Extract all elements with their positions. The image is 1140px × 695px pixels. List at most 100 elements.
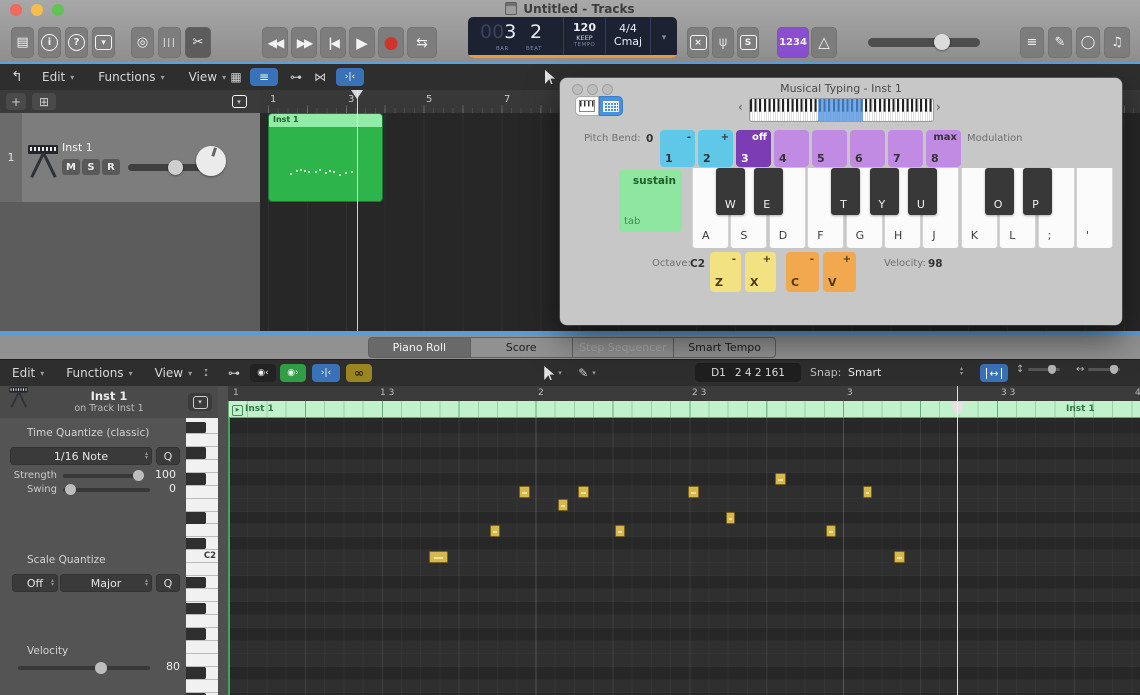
autopunch-button[interactable]: × <box>687 27 709 58</box>
region-header-strip[interactable]: ▶ Inst 1 Inst 1 <box>228 401 1140 418</box>
piano-key-black-row[interactable] <box>186 576 218 589</box>
midi-note[interactable] <box>578 486 589 498</box>
piano-key-white-row[interactable] <box>186 615 218 628</box>
piano-key-black-row[interactable] <box>186 628 218 641</box>
octave-left-chevron[interactable]: ‹ <box>738 100 743 114</box>
piano-key-white-row[interactable] <box>186 460 218 473</box>
midi-note[interactable] <box>519 486 530 498</box>
octave-key-v[interactable]: V+ <box>823 252 856 292</box>
black-key-w[interactable]: W <box>716 168 745 215</box>
midi-note[interactable] <box>894 551 905 563</box>
note-grid[interactable] <box>228 418 1140 695</box>
menu-view[interactable]: View▾ <box>151 366 197 380</box>
mod-key-3[interactable]: 3off <box>736 130 771 167</box>
record-button[interactable]: ● <box>378 27 404 58</box>
black-key-t[interactable]: T <box>831 168 860 215</box>
tab-score[interactable]: Score <box>471 338 573 357</box>
lcd-tempo[interactable]: 120 KEEP TEMPO <box>563 17 605 58</box>
automation-button[interactable]: ⊶ <box>284 68 308 86</box>
midi-note[interactable] <box>688 486 699 498</box>
midi-note[interactable] <box>726 512 735 524</box>
back-button[interactable]: ↰ <box>6 68 28 86</box>
black-key[interactable] <box>186 512 206 524</box>
mod-key-1[interactable]: 1- <box>660 130 695 167</box>
piano-roll-playhead[interactable] <box>957 386 958 695</box>
inspector-button[interactable]: i <box>38 27 61 58</box>
strength-knob[interactable] <box>133 470 144 481</box>
note-pads-button[interactable]: ✎ <box>1048 27 1072 58</box>
black-key[interactable] <box>186 447 206 459</box>
mod-key-8[interactable]: 8max <box>926 130 961 167</box>
piano-key-black-row[interactable] <box>186 421 218 434</box>
musical-typing-window[interactable]: Musical Typing - Inst 1 ‹ › Pitch Bend: … <box>560 78 1122 325</box>
pointer-tool-button[interactable]: ▾ <box>538 364 568 382</box>
tuner-button[interactable]: ψ <box>712 27 734 58</box>
duplicate-track-button[interactable]: ⊞ <box>32 93 56 110</box>
quick-help-button[interactable]: ? <box>65 27 88 58</box>
mute-button[interactable]: M <box>62 159 80 175</box>
flex-button[interactable]: ⋈ <box>308 68 332 86</box>
solo-mode-button[interactable]: S <box>737 27 759 58</box>
black-key[interactable] <box>186 667 206 679</box>
browsers-button[interactable]: ♫ <box>1104 27 1130 58</box>
vertical-zoom-control[interactable]: ↕ <box>1016 364 1060 375</box>
black-key-o[interactable]: O <box>985 168 1014 215</box>
snap-value[interactable]: Smart <box>848 366 881 379</box>
track-header-options-button[interactable]: ▾ <box>228 93 250 110</box>
snap-stepper[interactable]: ▴▾ <box>960 367 963 376</box>
piano-key-white-row[interactable] <box>186 499 218 512</box>
library-button[interactable]: ▤ <box>11 27 34 58</box>
keyboard-overview[interactable] <box>749 98 934 122</box>
piano-key-black-row[interactable] <box>186 447 218 460</box>
track-row[interactable]: 1 Inst 1 M S R <box>0 113 260 203</box>
list-editors-button[interactable]: ≡ <box>1020 27 1044 58</box>
vertical-zoom-knob[interactable] <box>1048 365 1056 374</box>
black-key[interactable] <box>186 577 206 589</box>
collapse-button[interactable]: ▾▴ <box>196 364 216 382</box>
typing-view-toggle[interactable] <box>599 96 623 116</box>
tab-smart-tempo[interactable]: Smart Tempo <box>674 338 775 357</box>
piano-key-white-row[interactable] <box>186 589 218 602</box>
midi-note[interactable] <box>490 525 500 537</box>
piano-keys-strip[interactable]: C2 <box>186 418 218 695</box>
link-button[interactable]: ∞ <box>346 364 372 382</box>
sustain-key[interactable]: sustain tab <box>619 170 682 232</box>
auto-zoom-button[interactable]: ↔ <box>980 364 1008 382</box>
piano-key-white-row[interactable] <box>186 486 218 499</box>
keyboard-range-selection[interactable] <box>818 99 863 121</box>
lcd-key-signature[interactable]: 4/4 Cmaj <box>605 17 650 58</box>
octave-key-c[interactable]: C- <box>786 252 819 292</box>
piano-key-black-row[interactable] <box>186 537 218 550</box>
midi-region[interactable]: Inst 1 <box>268 113 383 202</box>
strength-slider[interactable] <box>63 474 143 478</box>
horizontal-zoom-control[interactable]: ↔ <box>1076 364 1120 375</box>
black-key-p[interactable]: P <box>1023 168 1052 215</box>
scale-root-dropdown[interactable]: Off ▴▾ <box>12 574 58 592</box>
pencil-tool-button[interactable]: ✎▾ <box>572 364 602 382</box>
forward-button[interactable]: ▶▶ <box>291 27 317 58</box>
midi-note[interactable] <box>775 473 786 485</box>
horizontal-zoom-knob[interactable] <box>1110 365 1118 374</box>
link-region-button[interactable]: ▾ <box>188 393 212 411</box>
piano-key-white-row[interactable] <box>186 641 218 654</box>
piano-key-black-row[interactable] <box>186 667 218 680</box>
midi-note[interactable] <box>826 525 836 537</box>
keyboard-view-toggle[interactable] <box>575 96 599 116</box>
black-key-e[interactable]: E <box>754 168 783 215</box>
piano-key-black-row[interactable] <box>186 512 218 525</box>
menu-functions[interactable]: Functions▾ <box>94 70 168 84</box>
apple-loops-button[interactable]: ◯ <box>1076 27 1100 58</box>
piano-key-white-row[interactable] <box>186 563 218 576</box>
rewind-button[interactable]: ◀◀ <box>262 27 288 58</box>
region-play-icon[interactable]: ▶ <box>232 405 243 416</box>
horizontal-zoom-track[interactable] <box>1088 368 1120 371</box>
black-key[interactable] <box>186 473 206 485</box>
smart-controls-button[interactable]: ◎ <box>131 27 154 58</box>
menu-functions[interactable]: Functions▾ <box>62 366 136 380</box>
quantize-apply-button[interactable]: Q <box>156 447 180 465</box>
play-button[interactable]: ▶ <box>349 27 375 58</box>
automation-button[interactable]: ⊶ <box>222 364 246 382</box>
track-list-empty[interactable] <box>0 202 260 331</box>
swing-slider[interactable] <box>63 488 150 492</box>
pan-knob[interactable] <box>196 146 226 176</box>
